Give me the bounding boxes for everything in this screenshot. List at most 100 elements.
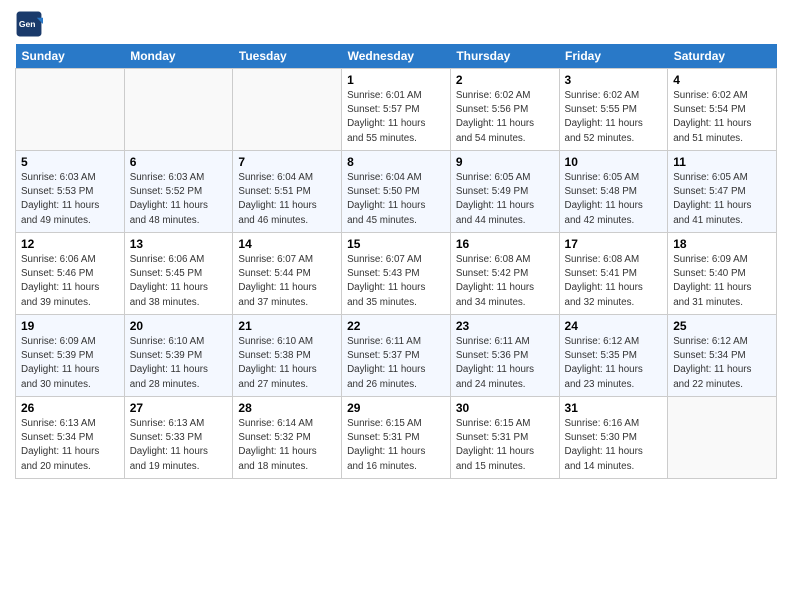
calendar-cell: 3 Sunrise: 6:02 AM Sunset: 5:55 PM Daylig… <box>559 69 668 151</box>
day-info: Sunrise: 6:08 AM Sunset: 5:42 PM Dayligh… <box>456 253 554 310</box>
day-info: Sunrise: 6:05 AM Sunset: 5:48 PM Dayligh… <box>565 171 663 228</box>
day-info: Sunrise: 6:09 AM Sunset: 5:39 PM Dayligh… <box>21 335 119 392</box>
day-info: Sunrise: 6:12 AM Sunset: 5:34 PM Dayligh… <box>673 335 771 392</box>
calendar-cell: 16 Sunrise: 6:08 AM Sunset: 5:42 PM Dayli… <box>450 233 559 315</box>
calendar-cell: 1Sunrise: 6:01 AM Sunset: 5:57 PM Daylig… <box>342 69 451 151</box>
day-info: Sunrise: 6:13 AM Sunset: 5:33 PM Dayligh… <box>130 417 228 474</box>
day-number: 13 <box>130 237 228 251</box>
calendar-cell: 26 Sunrise: 6:13 AM Sunset: 5:34 PM Dayli… <box>16 397 125 479</box>
calendar-header-tuesday: Tuesday <box>233 44 342 69</box>
day-info: Sunrise: 6:07 AM Sunset: 5:44 PM Dayligh… <box>238 253 336 310</box>
day-info: Sunrise: 6:07 AM Sunset: 5:43 PM Dayligh… <box>347 253 445 310</box>
calendar-cell: 22 Sunrise: 6:11 AM Sunset: 5:37 PM Dayli… <box>342 315 451 397</box>
day-number: 25 <box>673 319 771 333</box>
day-number: 1 <box>347 73 445 87</box>
day-info: Sunrise: 6:05 AM Sunset: 5:47 PM Dayligh… <box>673 171 771 228</box>
day-info: Sunrise: 6:13 AM Sunset: 5:34 PM Dayligh… <box>21 417 119 474</box>
day-info: Sunrise: 6:04 AM Sunset: 5:50 PM Dayligh… <box>347 171 445 228</box>
day-number: 3 <box>565 73 663 87</box>
day-number: 14 <box>238 237 336 251</box>
calendar-cell: 9 Sunrise: 6:05 AM Sunset: 5:49 PM Daylig… <box>450 151 559 233</box>
logo: Gen <box>15 10 45 38</box>
day-number: 26 <box>21 401 119 415</box>
day-number: 28 <box>238 401 336 415</box>
day-info: Sunrise: 6:10 AM Sunset: 5:39 PM Dayligh… <box>130 335 228 392</box>
day-info: Sunrise: 6:04 AM Sunset: 5:51 PM Dayligh… <box>238 171 336 228</box>
day-info: Sunrise: 6:02 AM Sunset: 5:54 PM Dayligh… <box>673 89 771 146</box>
day-info: Sunrise: 6:14 AM Sunset: 5:32 PM Dayligh… <box>238 417 336 474</box>
day-number: 31 <box>565 401 663 415</box>
day-number: 23 <box>456 319 554 333</box>
calendar-cell: 24 Sunrise: 6:12 AM Sunset: 5:35 PM Dayli… <box>559 315 668 397</box>
day-info: Sunrise: 6:08 AM Sunset: 5:41 PM Dayligh… <box>565 253 663 310</box>
day-number: 12 <box>21 237 119 251</box>
calendar-week-3: 12 Sunrise: 6:06 AM Sunset: 5:46 PM Dayli… <box>16 233 777 315</box>
day-info: Sunrise: 6:12 AM Sunset: 5:35 PM Dayligh… <box>565 335 663 392</box>
calendar-cell: 31Sunrise: 6:16 AM Sunset: 5:30 PM Dayli… <box>559 397 668 479</box>
calendar-cell: 23Sunrise: 6:11 AM Sunset: 5:36 PM Dayli… <box>450 315 559 397</box>
day-info: Sunrise: 6:11 AM Sunset: 5:37 PM Dayligh… <box>347 335 445 392</box>
calendar-cell <box>233 69 342 151</box>
calendar-cell: 11 Sunrise: 6:05 AM Sunset: 5:47 PM Dayli… <box>668 151 777 233</box>
calendar-header-saturday: Saturday <box>668 44 777 69</box>
calendar-week-4: 19 Sunrise: 6:09 AM Sunset: 5:39 PM Dayli… <box>16 315 777 397</box>
day-number: 24 <box>565 319 663 333</box>
calendar-cell: 18 Sunrise: 6:09 AM Sunset: 5:40 PM Dayli… <box>668 233 777 315</box>
calendar-cell <box>124 69 233 151</box>
calendar-header-thursday: Thursday <box>450 44 559 69</box>
calendar-header-row: SundayMondayTuesdayWednesdayThursdayFrid… <box>16 44 777 69</box>
calendar-header-wednesday: Wednesday <box>342 44 451 69</box>
calendar-header-sunday: Sunday <box>16 44 125 69</box>
day-number: 11 <box>673 155 771 169</box>
day-number: 10 <box>565 155 663 169</box>
day-number: 5 <box>21 155 119 169</box>
day-number: 2 <box>456 73 554 87</box>
calendar-cell: 28 Sunrise: 6:14 AM Sunset: 5:32 PM Dayli… <box>233 397 342 479</box>
day-number: 27 <box>130 401 228 415</box>
day-number: 20 <box>130 319 228 333</box>
calendar-cell: 6 Sunrise: 6:03 AM Sunset: 5:52 PM Daylig… <box>124 151 233 233</box>
calendar-cell: 4Sunrise: 6:02 AM Sunset: 5:54 PM Daylig… <box>668 69 777 151</box>
day-number: 18 <box>673 237 771 251</box>
calendar-cell <box>16 69 125 151</box>
day-number: 29 <box>347 401 445 415</box>
calendar-cell: 10 Sunrise: 6:05 AM Sunset: 5:48 PM Dayli… <box>559 151 668 233</box>
day-info: Sunrise: 6:09 AM Sunset: 5:40 PM Dayligh… <box>673 253 771 310</box>
day-number: 6 <box>130 155 228 169</box>
day-info: Sunrise: 6:06 AM Sunset: 5:45 PM Dayligh… <box>130 253 228 310</box>
day-number: 19 <box>21 319 119 333</box>
day-info: Sunrise: 6:05 AM Sunset: 5:49 PM Dayligh… <box>456 171 554 228</box>
day-number: 7 <box>238 155 336 169</box>
calendar-cell <box>668 397 777 479</box>
calendar-cell: 17Sunrise: 6:08 AM Sunset: 5:41 PM Dayli… <box>559 233 668 315</box>
calendar-cell: 8 Sunrise: 6:04 AM Sunset: 5:50 PM Daylig… <box>342 151 451 233</box>
day-number: 21 <box>238 319 336 333</box>
calendar-week-5: 26 Sunrise: 6:13 AM Sunset: 5:34 PM Dayli… <box>16 397 777 479</box>
day-info: Sunrise: 6:06 AM Sunset: 5:46 PM Dayligh… <box>21 253 119 310</box>
day-info: Sunrise: 6:02 AM Sunset: 5:55 PM Dayligh… <box>565 89 663 146</box>
day-number: 15 <box>347 237 445 251</box>
calendar-week-2: 5 Sunrise: 6:03 AM Sunset: 5:53 PM Daylig… <box>16 151 777 233</box>
day-info: Sunrise: 6:03 AM Sunset: 5:52 PM Dayligh… <box>130 171 228 228</box>
day-info: Sunrise: 6:15 AM Sunset: 5:31 PM Dayligh… <box>456 417 554 474</box>
day-number: 22 <box>347 319 445 333</box>
calendar-header-friday: Friday <box>559 44 668 69</box>
logo-icon: Gen <box>15 10 43 38</box>
calendar-cell: 21Sunrise: 6:10 AM Sunset: 5:38 PM Dayli… <box>233 315 342 397</box>
calendar-cell: 19 Sunrise: 6:09 AM Sunset: 5:39 PM Dayli… <box>16 315 125 397</box>
day-number: 9 <box>456 155 554 169</box>
day-info: Sunrise: 6:02 AM Sunset: 5:56 PM Dayligh… <box>456 89 554 146</box>
day-number: 16 <box>456 237 554 251</box>
calendar-cell: 15 Sunrise: 6:07 AM Sunset: 5:43 PM Dayli… <box>342 233 451 315</box>
calendar-cell: 2 Sunrise: 6:02 AM Sunset: 5:56 PM Daylig… <box>450 69 559 151</box>
day-number: 30 <box>456 401 554 415</box>
day-info: Sunrise: 6:03 AM Sunset: 5:53 PM Dayligh… <box>21 171 119 228</box>
page-container: Gen SundayMondayTuesdayWednesdayThursday… <box>0 0 792 489</box>
header: Gen <box>15 10 777 38</box>
calendar-cell: 20 Sunrise: 6:10 AM Sunset: 5:39 PM Dayli… <box>124 315 233 397</box>
calendar-cell: 12 Sunrise: 6:06 AM Sunset: 5:46 PM Dayli… <box>16 233 125 315</box>
calendar-cell: 27 Sunrise: 6:13 AM Sunset: 5:33 PM Dayli… <box>124 397 233 479</box>
day-number: 8 <box>347 155 445 169</box>
calendar-cell: 14 Sunrise: 6:07 AM Sunset: 5:44 PM Dayli… <box>233 233 342 315</box>
calendar-cell: 29Sunrise: 6:15 AM Sunset: 5:31 PM Dayli… <box>342 397 451 479</box>
